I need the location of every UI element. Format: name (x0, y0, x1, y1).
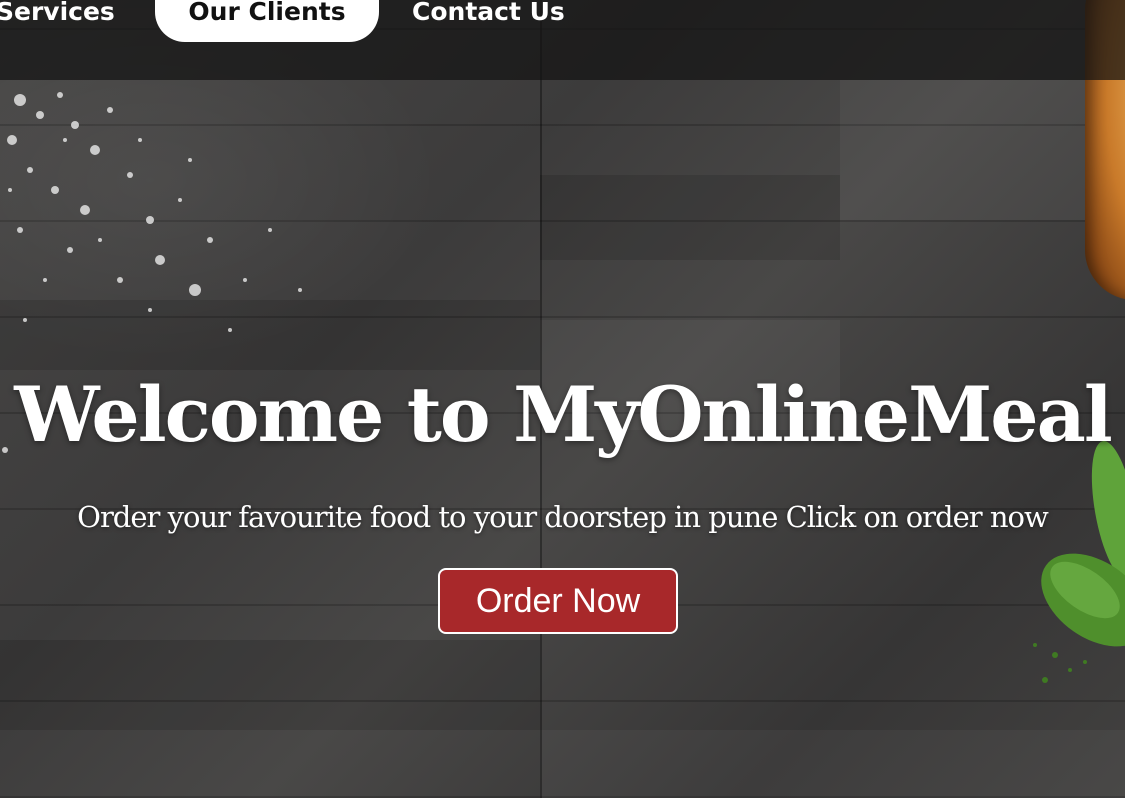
nav-link-our-clients[interactable]: Our Clients (155, 0, 379, 42)
nav-link-contact-us[interactable]: Contact Us (412, 0, 565, 42)
hero-subtitle: Order your favourite food to your doorst… (77, 500, 1049, 534)
top-navbar: Services Our Clients Contact Us (0, 0, 1125, 80)
hero-title: Welcome to MyOnlineMeal (14, 370, 1113, 459)
nav-link-services[interactable]: Services (0, 0, 115, 42)
stone-tile (540, 175, 840, 260)
stone-tile (0, 640, 540, 730)
stone-tile (540, 730, 1125, 798)
order-now-button[interactable]: Order Now (438, 568, 678, 634)
stone-tile (840, 80, 1125, 220)
basil-leaves-decoration (1033, 440, 1125, 683)
hero-section: Services Our Clients Contact Us Welcome … (0, 0, 1125, 798)
